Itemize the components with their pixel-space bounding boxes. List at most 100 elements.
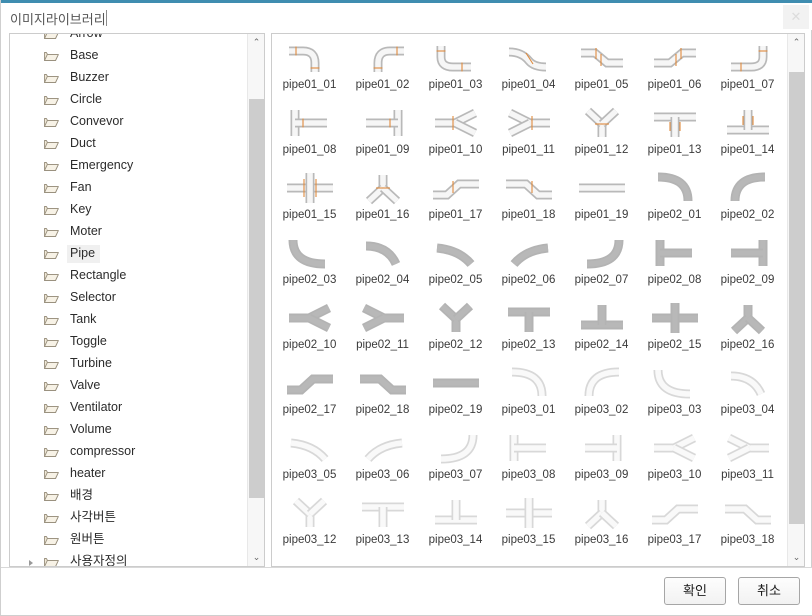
grid-scroll-down-icon[interactable]: ⌄ <box>788 549 804 566</box>
image-item-pipe03_06[interactable]: pipe03_06 <box>347 426 418 491</box>
image-item-pipe03_04[interactable]: pipe03_04 <box>712 361 783 426</box>
tree-item-Turbine[interactable]: Turbine <box>10 353 249 375</box>
image-item-pipe02_13[interactable]: pipe02_13 <box>493 296 564 361</box>
tree-item-Arrow[interactable]: Arrow <box>10 34 249 45</box>
image-item-pipe02_15[interactable]: pipe02_15 <box>639 296 710 361</box>
image-item-label: pipe03_03 <box>647 404 702 416</box>
image-item-pipe01_17[interactable]: pipe01_17 <box>420 166 491 231</box>
image-item-pipe01_09[interactable]: pipe01_09 <box>347 101 418 166</box>
image-item-pipe01_14[interactable]: pipe01_14 <box>712 101 783 166</box>
image-item-pipe02_06[interactable]: pipe02_06 <box>493 231 564 296</box>
image-item-pipe01_12[interactable]: pipe01_12 <box>566 101 637 166</box>
image-item-pipe02_09[interactable]: pipe02_09 <box>712 231 783 296</box>
image-item-pipe01_06[interactable]: pipe01_06 <box>639 36 710 101</box>
image-item-pipe02_02[interactable]: pipe02_02 <box>712 166 783 231</box>
image-item-pipe02_04[interactable]: pipe02_04 <box>347 231 418 296</box>
tree-item-Tank[interactable]: Tank <box>10 309 249 331</box>
image-item-pipe01_19[interactable]: pipe01_19 <box>566 166 637 231</box>
tree-item-Base[interactable]: Base <box>10 45 249 67</box>
tree-item-Key[interactable]: Key <box>10 199 249 221</box>
tree-scroll-thumb[interactable] <box>249 98 264 498</box>
image-item-pipe01_11[interactable]: pipe01_11 <box>493 101 564 166</box>
image-item-pipe02_10[interactable]: pipe02_10 <box>274 296 345 361</box>
image-item-pipe03_12[interactable]: pipe03_12 <box>274 491 345 556</box>
image-item-pipe01_16[interactable]: pipe01_16 <box>347 166 418 231</box>
tree-item-원버튼[interactable]: 원버튼 <box>10 529 249 551</box>
image-item-pipe02_05[interactable]: pipe02_05 <box>420 231 491 296</box>
image-item-pipe02_03[interactable]: pipe02_03 <box>274 231 345 296</box>
tree-item-Selector[interactable]: Selector <box>10 287 249 309</box>
image-item-pipe01_10[interactable]: pipe01_10 <box>420 101 491 166</box>
image-item-pipe02_08[interactable]: pipe02_08 <box>639 231 710 296</box>
image-item-pipe01_05[interactable]: pipe01_05 <box>566 36 637 101</box>
folder-icon <box>44 138 59 150</box>
image-item-pipe01_15[interactable]: pipe01_15 <box>274 166 345 231</box>
image-item-pipe01_08[interactable]: pipe01_08 <box>274 101 345 166</box>
folder-icon <box>44 314 59 326</box>
image-item-pipe03_14[interactable]: pipe03_14 <box>420 491 491 556</box>
image-item-pipe03_01[interactable]: pipe03_01 <box>493 361 564 426</box>
image-item-pipe02_18[interactable]: pipe02_18 <box>347 361 418 426</box>
image-item-pipe03_13[interactable]: pipe03_13 <box>347 491 418 556</box>
cancel-button[interactable]: 취소 <box>738 577 800 605</box>
tree-item-Volume[interactable]: Volume <box>10 419 249 441</box>
category-tree-list[interactable]: Arrow Base Buzzer Circle Convevor Duct Emergen… <box>10 34 249 566</box>
image-item-pipe01_02[interactable]: pipe01_02 <box>347 36 418 101</box>
grid-scroll-up-icon[interactable]: ⌃ <box>788 34 804 51</box>
image-item-pipe03_18[interactable]: pipe03_18 <box>712 491 783 556</box>
image-item-pipe02_07[interactable]: pipe02_07 <box>566 231 637 296</box>
tree-item-Emergency[interactable]: Emergency <box>10 155 249 177</box>
image-item-pipe03_02[interactable]: pipe03_02 <box>566 361 637 426</box>
image-item-label: pipe03_06 <box>355 469 410 481</box>
image-grid[interactable]: pipe01_01 pipe01_02 pipe01_03 pipe01_04 pipe… <box>272 36 789 556</box>
image-item-pipe03_03[interactable]: pipe03_03 <box>639 361 710 426</box>
image-item-pipe02_01[interactable]: pipe02_01 <box>639 166 710 231</box>
image-item-pipe03_17[interactable]: pipe03_17 <box>639 491 710 556</box>
tree-item-Fan[interactable]: Fan <box>10 177 249 199</box>
tree-item-사용자정의[interactable]: 사용자정의 <box>10 551 249 566</box>
tree-scroll-up-icon[interactable]: ⌃ <box>248 34 264 51</box>
image-item-pipe01_18[interactable]: pipe01_18 <box>493 166 564 231</box>
image-item-pipe03_09[interactable]: pipe03_09 <box>566 426 637 491</box>
tree-item-Moter[interactable]: Moter <box>10 221 249 243</box>
tree-scroll-down-icon[interactable]: ⌄ <box>248 549 264 566</box>
image-item-pipe01_03[interactable]: pipe01_03 <box>420 36 491 101</box>
image-item-pipe02_19[interactable]: pipe02_19 <box>420 361 491 426</box>
image-item-pipe01_04[interactable]: pipe01_04 <box>493 36 564 101</box>
grid-scrollbar[interactable]: ⌃ ⌄ <box>787 34 804 566</box>
tree-item-배경[interactable]: 배경 <box>10 485 249 507</box>
image-item-pipe02_11[interactable]: pipe02_11 <box>347 296 418 361</box>
tree-item-Rectangle[interactable]: Rectangle <box>10 265 249 287</box>
image-item-pipe03_10[interactable]: pipe03_10 <box>639 426 710 491</box>
image-item-pipe03_08[interactable]: pipe03_08 <box>493 426 564 491</box>
image-item-pipe02_12[interactable]: pipe02_12 <box>420 296 491 361</box>
image-item-pipe03_05[interactable]: pipe03_05 <box>274 426 345 491</box>
grid-scroll-thumb[interactable] <box>789 72 804 525</box>
tree-expander-icon[interactable] <box>29 560 33 566</box>
image-item-pipe01_07[interactable]: pipe01_07 <box>712 36 783 101</box>
tree-item-heater[interactable]: heater <box>10 463 249 485</box>
image-item-pipe03_07[interactable]: pipe03_07 <box>420 426 491 491</box>
image-item-pipe02_16[interactable]: pipe02_16 <box>712 296 783 361</box>
tree-item-Ventilator[interactable]: Ventilator <box>10 397 249 419</box>
image-item-pipe03_11[interactable]: pipe03_11 <box>712 426 783 491</box>
image-item-pipe01_01[interactable]: pipe01_01 <box>274 36 345 101</box>
tree-item-Pipe[interactable]: Pipe <box>10 243 249 265</box>
image-item-pipe02_14[interactable]: pipe02_14 <box>566 296 637 361</box>
tree-item-Valve[interactable]: Valve <box>10 375 249 397</box>
image-item-pipe01_13[interactable]: pipe01_13 <box>639 101 710 166</box>
image-item-pipe03_15[interactable]: pipe03_15 <box>493 491 564 556</box>
tree-scrollbar[interactable]: ⌃ ⌄ <box>247 34 264 566</box>
image-item-label: pipe03_07 <box>428 469 483 481</box>
close-icon[interactable]: ✕ <box>783 5 809 29</box>
tree-item-Toggle[interactable]: Toggle <box>10 331 249 353</box>
image-item-pipe02_17[interactable]: pipe02_17 <box>274 361 345 426</box>
tree-item-Duct[interactable]: Duct <box>10 133 249 155</box>
image-item-pipe03_16[interactable]: pipe03_16 <box>566 491 637 556</box>
tree-item-Convevor[interactable]: Convevor <box>10 111 249 133</box>
tree-item-compressor[interactable]: compressor <box>10 441 249 463</box>
confirm-button[interactable]: 확인 <box>664 577 726 605</box>
tree-item-사각버튼[interactable]: 사각버튼 <box>10 507 249 529</box>
tree-item-Buzzer[interactable]: Buzzer <box>10 67 249 89</box>
tree-item-Circle[interactable]: Circle <box>10 89 249 111</box>
